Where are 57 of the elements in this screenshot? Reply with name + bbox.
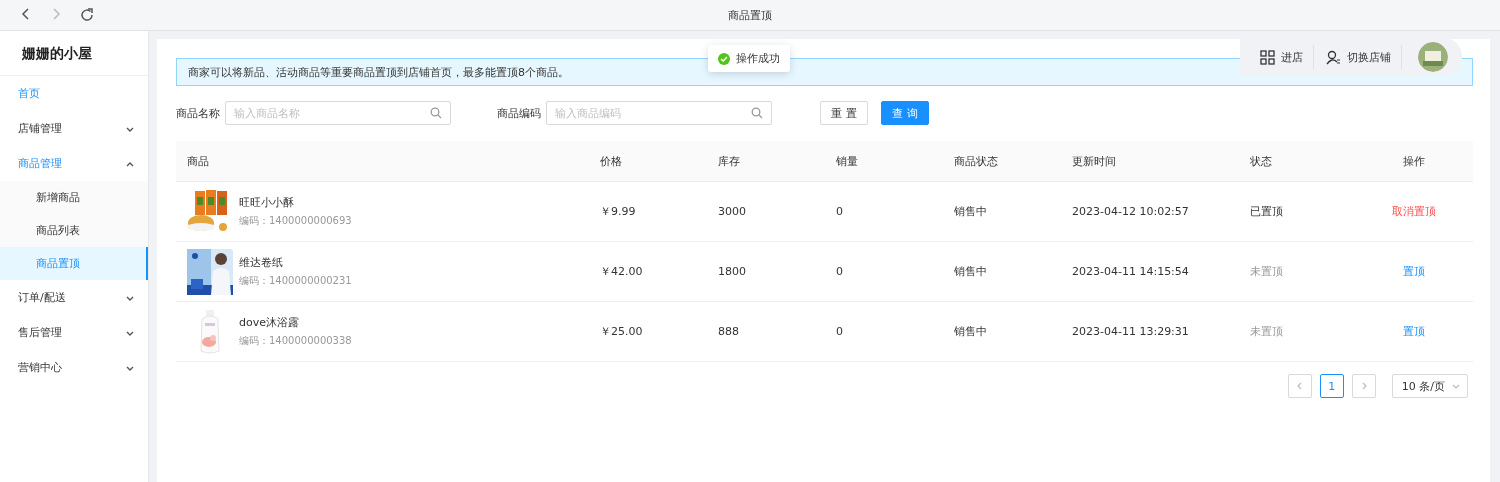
reload-button[interactable]: [78, 6, 96, 24]
reload-icon: [80, 8, 94, 22]
check-circle-icon: [718, 52, 730, 65]
column-header: 商品: [186, 153, 210, 169]
back-icon: [20, 8, 32, 20]
switch-shop-button[interactable]: 切换店铺: [1326, 45, 1402, 69]
table-cell-text: 1800: [717, 265, 747, 278]
table-cell-text: 已置顶: [1249, 204, 1284, 219]
column-header: 更新时间: [1071, 153, 1117, 169]
table-cell-text: 0: [835, 325, 844, 338]
success-toast: 操作成功: [708, 45, 790, 72]
search-icon: [751, 107, 763, 119]
table-cell-text: 2023-04-12 10:02:57: [1071, 205, 1190, 218]
product-name: 旺旺小小酥: [239, 195, 295, 210]
submenu-item[interactable]: 新增商品: [0, 181, 148, 214]
table-cell-text: ￥25.00: [599, 324, 644, 339]
table-cell-text: 销售中: [953, 204, 988, 219]
page-size-select[interactable]: 10 条/页: [1391, 374, 1468, 398]
table-cell-text: 未置顶: [1249, 264, 1284, 279]
enter-shop-button[interactable]: 进店: [1260, 45, 1314, 69]
menu-item[interactable]: 店铺管理: [0, 111, 148, 146]
table-cell-text: ￥42.00: [599, 264, 644, 279]
field-label: 商品编码: [497, 105, 541, 121]
user-icon: [1326, 49, 1341, 65]
product-code: 编码：1400000000693: [239, 214, 352, 228]
column-header: 库存: [717, 153, 741, 169]
column-header: 销量: [835, 153, 859, 169]
avatar[interactable]: [1418, 42, 1448, 72]
grid-icon: [1260, 49, 1275, 65]
table-cell-text: 销售中: [953, 324, 988, 339]
product-code: 编码：1400000000231: [239, 274, 352, 288]
table-cell-text: 0: [835, 265, 844, 278]
product-name: 维达卷纸: [239, 255, 284, 270]
menu-item[interactable]: 售后管理: [0, 315, 148, 350]
column-header: 价格: [599, 153, 623, 169]
table-cell-text: 销售中: [953, 264, 988, 279]
table-cell-text: ￥9.99: [599, 204, 637, 219]
search-icon: [430, 107, 442, 119]
table-cell-text: 888: [717, 325, 740, 338]
product-code: 编码：1400000000338: [239, 334, 352, 348]
table-cell-text: 0: [835, 205, 844, 218]
table-cell-text: 3000: [717, 205, 747, 218]
table-cell-text: 未置顶: [1249, 324, 1284, 339]
page-title: 商品置顶: [727, 7, 773, 23]
field-label: 商品名称: [176, 105, 220, 121]
menu-item[interactable]: 订单/配送: [0, 280, 148, 315]
table-cell-text: 2023-04-11 14:15:54: [1071, 265, 1190, 278]
submenu-item[interactable]: 商品列表: [0, 214, 148, 247]
column-header: 操作: [1402, 153, 1426, 169]
column-header: 商品状态: [953, 153, 999, 169]
forward-icon: [50, 8, 62, 20]
product-name: dove沐浴露: [239, 315, 300, 330]
shop-name: 姗姗的小屋: [0, 31, 148, 76]
column-header: 状态: [1249, 153, 1273, 169]
table-cell-text: 2023-04-11 13:29:31: [1071, 325, 1190, 338]
reset-button[interactable]: 重 置: [820, 101, 868, 125]
menu-item[interactable]: 营销中心: [0, 350, 148, 385]
